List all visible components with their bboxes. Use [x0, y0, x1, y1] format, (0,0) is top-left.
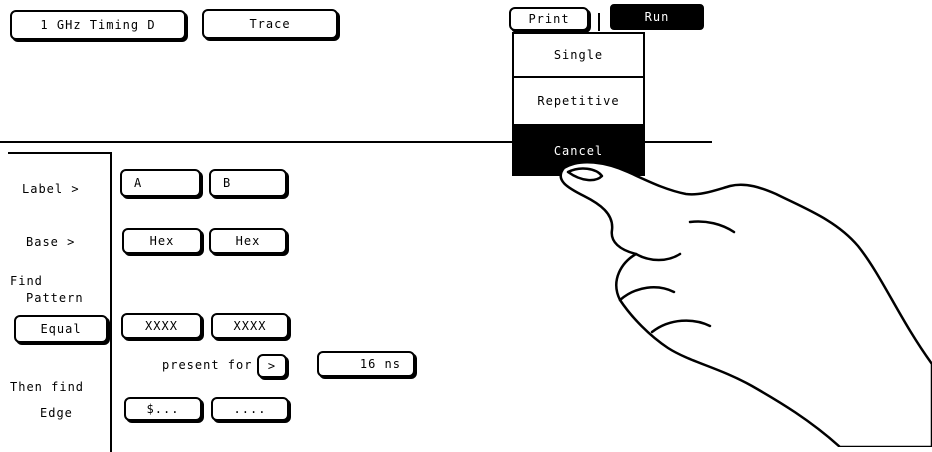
edge-field-b-value: ....	[233, 402, 267, 416]
pointing-hand-illustration	[559, 161, 932, 447]
find-pattern-caption-line2: Pattern	[26, 291, 84, 305]
pattern-field-a[interactable]: XXXX	[121, 313, 202, 339]
analyzer-selector-button[interactable]: 1 GHz Timing D	[10, 10, 186, 40]
present-for-operator-label: >	[267, 359, 277, 373]
base-field-b[interactable]: Hex	[209, 228, 287, 254]
label-row-caption: Label >	[22, 182, 80, 196]
then-find-caption-line1: Then find	[10, 380, 85, 394]
present-for-operator-button[interactable]: >	[257, 354, 287, 378]
base-row-caption: Base >	[26, 235, 76, 249]
present-for-text: present for	[162, 358, 253, 372]
label-field-a-value: A	[134, 176, 143, 190]
run-menu-repetitive-label: Repetitive	[537, 94, 620, 108]
run-menu-single[interactable]: Single	[512, 32, 645, 78]
pattern-field-b[interactable]: XXXX	[211, 313, 289, 339]
edge-field-a[interactable]: $...	[124, 397, 202, 421]
trace-menu-button[interactable]: Trace	[202, 9, 338, 39]
edge-field-b[interactable]: ....	[211, 397, 289, 421]
pattern-field-a-value: XXXX	[145, 319, 178, 333]
find-pattern-caption-line1: Find	[10, 274, 43, 288]
find-pattern-mode-button[interactable]: Equal	[14, 315, 108, 343]
run-menu-single-label: Single	[553, 48, 604, 62]
edge-field-a-value: $...	[146, 402, 180, 416]
pattern-field-b-value: XXXX	[233, 319, 267, 333]
run-menu-repetitive[interactable]: Repetitive	[512, 78, 645, 126]
label-field-a[interactable]: A	[120, 169, 201, 197]
base-field-a[interactable]: Hex	[122, 228, 202, 254]
print-button[interactable]: Print	[509, 7, 589, 31]
find-pattern-mode-label: Equal	[40, 322, 82, 336]
run-button[interactable]: Run	[610, 4, 704, 30]
label-field-b[interactable]: B	[209, 169, 287, 197]
print-label: Print	[528, 12, 570, 26]
duration-field-value: 16 ns	[359, 357, 401, 371]
trace-menu-label: Trace	[249, 17, 291, 31]
then-find-caption-line2: Edge	[40, 406, 73, 420]
base-field-b-value: Hex	[235, 234, 261, 248]
run-label: Run	[644, 10, 670, 24]
base-field-a-value: Hex	[149, 234, 175, 248]
print-run-separator	[598, 13, 600, 31]
label-field-b-value: B	[223, 176, 232, 190]
analyzer-selector-label: 1 GHz Timing D	[40, 18, 156, 32]
duration-field[interactable]: 16 ns	[317, 351, 415, 377]
